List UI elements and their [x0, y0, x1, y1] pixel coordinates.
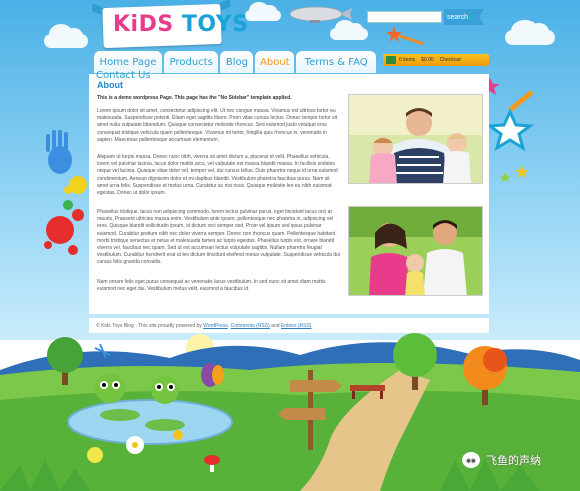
cart-items: 0 items	[399, 57, 416, 63]
cart-widget[interactable]: 0 items $0.00 Checkout	[383, 54, 489, 66]
watermark: ●● 飞鱼的声纳	[462, 452, 541, 468]
search-input[interactable]	[367, 11, 442, 23]
cloud-icon	[505, 19, 555, 45]
paragraph-4: Nam ornare felis eget purus consequat ac…	[97, 279, 326, 293]
shooting-star-icon	[386, 26, 425, 46]
logo-word-kids: KiDS	[113, 12, 174, 37]
cloud-icon	[245, 2, 281, 21]
footer-link-entries-rss[interactable]: Entries (RSS)	[281, 323, 312, 329]
nav-about[interactable]: About	[255, 51, 295, 73]
checkout-link[interactable]: Checkout	[440, 57, 461, 63]
family-photo-2	[348, 206, 483, 296]
site-logo[interactable]: KiDS TOYS	[113, 12, 249, 37]
cart-icon	[386, 56, 396, 64]
logo-word-toys: TOYS	[181, 12, 249, 37]
paint-splatter-icon	[44, 130, 87, 255]
footer-link-wordpress[interactable]: WordPress	[203, 323, 228, 329]
blimp-icon	[289, 6, 352, 23]
nav-products[interactable]: Products	[164, 51, 219, 73]
family-photo-1	[348, 94, 483, 184]
nav-blog[interactable]: Blog	[220, 51, 254, 73]
search-button[interactable]: search	[444, 9, 484, 25]
watermark-text: 飞鱼的声纳	[486, 455, 541, 467]
page-title: About	[97, 80, 123, 90]
cloud-icon	[330, 19, 368, 40]
cloud-icon	[44, 24, 88, 48]
paragraph-3: Phasellus tristique, lacus non adipiscin…	[97, 209, 340, 266]
page-lead: This is a demo wordpress Page. This page…	[97, 95, 292, 101]
footer-link-comments-rss[interactable]: Comments (RSS)	[231, 323, 270, 329]
paragraph-2: Aliquam ut turpis massa. Donec nunc nibh…	[97, 154, 338, 197]
footer-text: © Kids Toys Blog · This site proudly pow…	[96, 323, 202, 329]
paragraph-1: Lorem ipsum dolor sit amet, consectetur …	[97, 108, 338, 143]
footer-and: and	[271, 323, 280, 329]
nav-terms-faq[interactable]: Terms & FAQ	[296, 51, 376, 73]
wechat-icon: ●●	[462, 452, 480, 468]
cart-total: $0.00	[421, 57, 434, 63]
